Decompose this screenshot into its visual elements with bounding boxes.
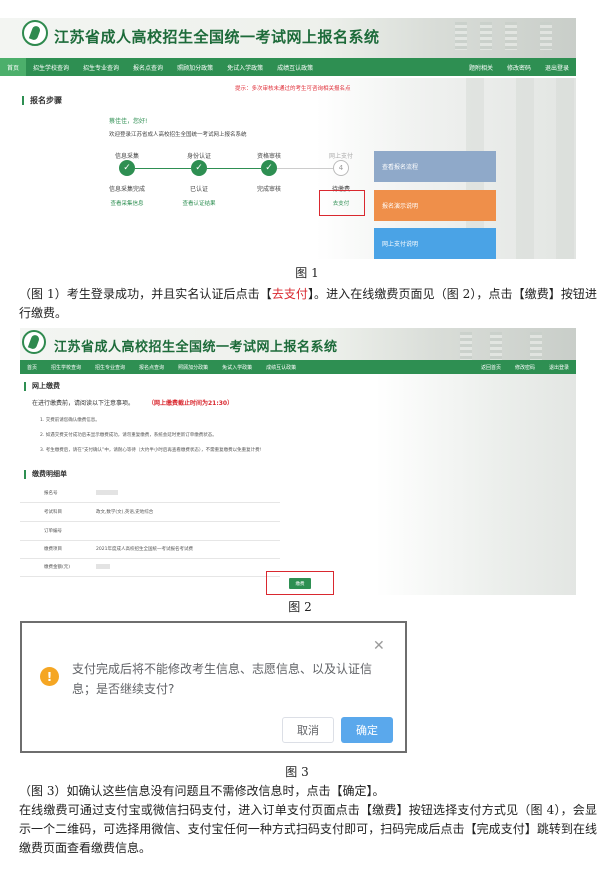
step-1-status: 信息采集完成	[108, 186, 146, 193]
nav-score[interactable]: 成绩互认政策	[259, 364, 303, 371]
confirm-dialog: ✕ ! 支付完成后将不能修改考生信息、志愿信息、以及认证信息；是否继续支付? 取…	[20, 621, 407, 753]
figure-3-caption: 图 3	[285, 765, 309, 779]
para1-text: （图 1）考生登录成功，并且实名认证后点击【	[19, 287, 272, 301]
nav-exempt[interactable]: 免试入学政策	[215, 364, 259, 371]
cancel-button[interactable]: 取消	[282, 717, 334, 743]
deadline-notice: （网上缴费截止时间为21:30）	[148, 400, 234, 407]
step-4-title: 网上支付	[328, 153, 354, 160]
nav-major[interactable]: 招生专业查询	[88, 364, 132, 371]
row-divider	[20, 502, 280, 503]
greeting: 蔡佳佳，您好!	[109, 118, 148, 125]
view-info-link[interactable]: 查看采集信息	[110, 199, 143, 207]
paragraph-2: （图 3）如确认这些信息没有问题且不需修改信息时，点击【确定】。	[19, 784, 385, 798]
note-1: 1. 交费前请您确认缴费信息。	[40, 418, 100, 423]
logo-icon	[22, 330, 46, 354]
step-1-title: 信息采集	[114, 153, 140, 160]
row-divider	[20, 521, 280, 522]
system-title: 江苏省成人高校招生全国统一考试网上报名系统	[54, 28, 380, 46]
highlight-box	[266, 571, 334, 595]
field-value: 2021年度成人高校招生全国统一考试报名考试费	[96, 547, 193, 552]
nav-exempt[interactable]: 免试入学政策	[220, 63, 270, 72]
nav-logout[interactable]: 退出登录	[542, 364, 576, 371]
nav-site[interactable]: 报名点查询	[126, 63, 170, 72]
nav-logout[interactable]: 退出登录	[538, 63, 576, 72]
paragraph-3: 在线缴费可通过支付宝或微信扫码支付，进入订单支付页面点击【缴费】按钮选择支付方式…	[19, 803, 597, 855]
nav-school[interactable]: 招生学校查询	[26, 63, 76, 72]
warning-icon: !	[40, 667, 59, 686]
para1-highlight: 去支付	[271, 287, 308, 301]
section-title: 网上缴费	[24, 382, 60, 391]
demo-button[interactable]: 报名演示说明	[374, 190, 496, 221]
check-icon: ✓	[261, 160, 277, 176]
highlight-box	[319, 190, 365, 216]
step-connector	[207, 168, 261, 169]
nav-major[interactable]: 招生专业查询	[76, 63, 126, 72]
redacted-value	[96, 564, 110, 569]
detail-title: 缴费明细单	[24, 470, 67, 479]
notice-lead: 在进行缴费前，请阅读以下注意事项。	[32, 400, 135, 407]
figure-2-content	[20, 374, 576, 595]
field-label: 报名号	[44, 491, 58, 496]
redacted-value	[96, 490, 118, 495]
welcome-text: 欢迎登录江苏省成人高校招生全国统一考试网上报名系统	[109, 132, 247, 138]
paragraph-1: （图 1）考生登录成功，并且实名认证后点击【去支付】。进入在线缴费页面见（图 2…	[19, 285, 597, 323]
nav-back-home[interactable]: 返回首页	[474, 364, 508, 371]
row-divider	[20, 558, 280, 559]
nav-home[interactable]: 首页	[20, 364, 44, 371]
step-3-title: 资格审核	[256, 153, 282, 160]
top-nav: 首页 招生学校查询 招生专业查询 报名点查询 照顾加分政策 免试入学政策 成绩互…	[0, 58, 576, 76]
row-divider	[20, 540, 280, 541]
top-nav: 首页 招生学校查询 招生专业查询 报名点查询 照顾加分政策 免试入学政策 成绩互…	[20, 360, 576, 374]
nav-change-password[interactable]: 修改密码	[508, 364, 542, 371]
logo-icon	[22, 20, 48, 46]
step-3-status: 完成审核	[256, 186, 282, 193]
step-2-status: 已认证	[189, 186, 209, 193]
nav-bonus[interactable]: 照顾加分政策	[170, 63, 220, 72]
nav-bonus[interactable]: 照顾加分政策	[171, 364, 215, 371]
nav-change-password[interactable]: 修改密码	[500, 63, 538, 72]
field-label: 缴费金额(元)	[44, 565, 71, 570]
field-label: 缴费项目	[44, 547, 62, 552]
check-icon: ✓	[119, 160, 135, 176]
view-auth-link[interactable]: 查看认证结果	[182, 199, 215, 207]
step-connector	[135, 168, 191, 169]
dialog-message: 支付完成后将不能修改考生信息、志愿信息、以及认证信息；是否继续支付?	[72, 662, 373, 696]
nav-help[interactable]: 题附相关	[462, 63, 500, 72]
field-label: 考试科目	[44, 510, 62, 515]
row-divider	[20, 576, 280, 577]
payment-help-button[interactable]: 网上支付说明	[374, 228, 496, 259]
nav-school[interactable]: 招生学校查询	[44, 364, 88, 371]
figure-2-caption: 图 2	[288, 600, 312, 614]
figure-1-caption: 图 1	[295, 266, 319, 280]
check-icon: ✓	[191, 160, 207, 176]
nav-home[interactable]: 首页	[0, 58, 27, 76]
field-value: 政文,数学(文),英语,史地综合	[96, 510, 154, 515]
nav-score[interactable]: 成绩互认政策	[270, 63, 320, 72]
step-4-number: 4	[333, 160, 349, 176]
nav-site[interactable]: 报名点查询	[132, 364, 171, 371]
step-connector	[277, 168, 333, 169]
section-title: 报名步骤	[22, 96, 62, 105]
system-title: 江苏省成人高校招生全国统一考试网上报名系统	[54, 340, 338, 355]
confirm-button[interactable]: 确定	[341, 717, 393, 743]
note-3: 3. 考生缴费后，请在“支付确认”中，请耐心等待（大约半小时后再查看缴费状态），…	[40, 448, 262, 453]
close-icon[interactable]: ✕	[373, 638, 385, 654]
view-process-button[interactable]: 查看报名流程	[374, 151, 496, 182]
field-label: 订单编号	[44, 529, 62, 534]
note-2: 2. 如遇交费支付成功后未显示缴费成功，请勿重复缴费，系统会延时更新订单缴费状态…	[40, 433, 217, 438]
hint-text: 提示：多次审核未通过的考生可咨询相关报名点	[235, 86, 351, 92]
step-2-title: 身份认证	[186, 153, 212, 160]
